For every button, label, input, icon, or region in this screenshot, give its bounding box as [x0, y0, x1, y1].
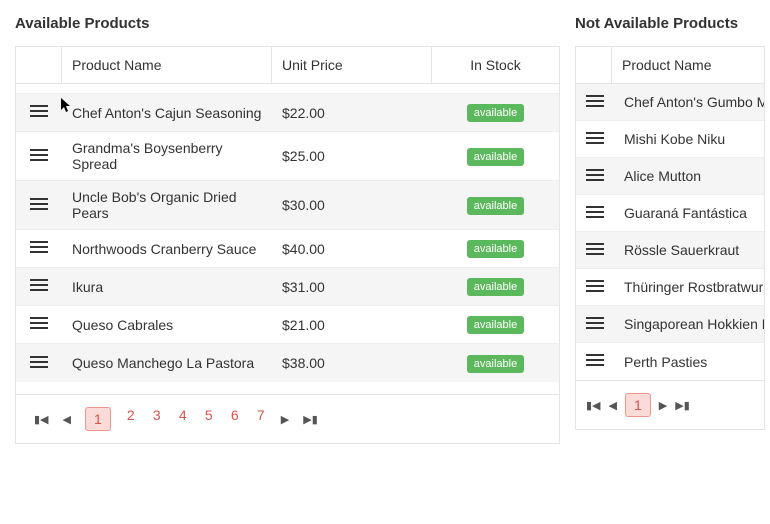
cell-unit-price: $22.00 — [272, 97, 432, 129]
pager-page-2[interactable]: 2 — [125, 407, 137, 431]
available-badge: available — [467, 355, 524, 373]
drag-handle-icon[interactable] — [586, 353, 604, 367]
cell-unit-price: $30.00 — [272, 189, 432, 221]
drag-handle-icon[interactable] — [30, 148, 48, 162]
header-product-name[interactable]: Product Name — [62, 47, 272, 83]
pager-next-icon[interactable]: ▶ — [659, 399, 667, 412]
grid-header-left: Product Name Unit Price In Stock — [16, 47, 559, 84]
drag-handle-icon[interactable] — [30, 104, 48, 118]
table-row[interactable]: Aniseed Syrup$10.00available — [16, 84, 559, 94]
cell-unit-price: $21.00 — [272, 309, 432, 341]
pager-right: ▮◀ ◀ 1 ▶ ▶▮ — [576, 380, 764, 429]
cell-unit-price: $10.00 — [272, 84, 432, 91]
cell-unit-price: $40.00 — [272, 233, 432, 265]
drag-handle-icon[interactable] — [586, 316, 604, 330]
available-badge: available — [467, 148, 524, 166]
cell-product-name: Uncle Bob's Organic Dried Pears — [62, 181, 272, 229]
pager-first-icon[interactable]: ▮◀ — [586, 399, 601, 412]
cell-product-name: Singaporean Hokkien Fried Mee — [614, 308, 764, 340]
table-row[interactable]: Queso Manchego La Pastora$38.00 available — [16, 344, 559, 382]
table-row[interactable]: Perth Pasties — [576, 343, 764, 380]
header-drag-col — [576, 47, 612, 83]
available-products-title: Available Products — [15, 15, 560, 32]
cell-product-name: Perth Pasties — [614, 346, 764, 378]
table-row[interactable]: Chef Anton's Gumbo Mix — [576, 84, 764, 121]
cell-product-name: Queso Manchego La Pastora — [62, 347, 272, 379]
drag-handle-icon[interactable] — [586, 131, 604, 145]
pager-prev-icon[interactable]: ◀ — [609, 399, 617, 412]
cell-product-name: Rössle Sauerkraut — [614, 234, 764, 266]
table-row[interactable]: Grandma's Boysenberry Spread$25.00 availa… — [16, 132, 559, 181]
cell-product-name: Thüringer Rostbratwurst — [614, 271, 764, 303]
table-row[interactable]: Rössle Sauerkraut — [576, 232, 764, 269]
pager-page-4[interactable]: 4 — [177, 407, 189, 431]
pager-left: ▮◀ ◀ 1234567 ▶ ▶▮ — [16, 394, 559, 443]
drag-handle-icon[interactable] — [30, 240, 48, 254]
table-row[interactable]: Alice Mutton — [576, 158, 764, 195]
table-row[interactable]: Uncle Bob's Organic Dried Pears$30.00 ava… — [16, 181, 559, 230]
available-badge: available — [467, 240, 524, 258]
pager-prev-icon[interactable]: ◀ — [63, 413, 71, 426]
available-badge: available — [467, 278, 524, 296]
table-row[interactable]: Northwoods Cranberry Sauce$40.00 availabl… — [16, 230, 559, 268]
cell-product-name: Grandma's Boysenberry Spread — [62, 132, 272, 180]
table-row[interactable]: Guaraná Fantástica — [576, 195, 764, 232]
available-badge: available — [467, 316, 524, 334]
cell-product-name: Alice Mutton — [614, 160, 764, 192]
cell-unit-price: $31.00 — [272, 271, 432, 303]
header-in-stock[interactable]: In Stock — [432, 47, 559, 83]
available-products-grid: Product Name Unit Price In Stock Aniseed… — [15, 46, 560, 444]
pager-page-5[interactable]: 5 — [203, 407, 215, 431]
cell-product-name: Ikura — [62, 271, 272, 303]
pager-page-3[interactable]: 3 — [151, 407, 163, 431]
cell-unit-price: $38.00 — [272, 347, 432, 379]
cell-product-name: Guaraná Fantástica — [614, 197, 764, 229]
pager-page-7[interactable]: 7 — [255, 407, 267, 431]
pager-page-1[interactable]: 1 — [85, 407, 111, 431]
table-row[interactable]: Mishi Kobe Niku — [576, 121, 764, 158]
table-row[interactable]: Queso Cabrales$21.00 available — [16, 306, 559, 344]
cell-product-name: Aniseed Syrup — [62, 84, 272, 91]
grid-header-right: Product Name — [576, 47, 764, 84]
not-available-products-title: Not Available Products — [575, 15, 765, 32]
table-row[interactable]: Thüringer Rostbratwurst — [576, 269, 764, 306]
drag-handle-icon[interactable] — [586, 94, 604, 108]
drag-handle-icon[interactable] — [30, 355, 48, 369]
pager-last-icon[interactable]: ▶▮ — [303, 413, 318, 426]
pager-first-icon[interactable]: ▮◀ — [34, 413, 49, 426]
header-unit-price[interactable]: Unit Price — [272, 47, 432, 83]
pager-next-icon[interactable]: ▶ — [281, 413, 289, 426]
cell-product-name: Northwoods Cranberry Sauce — [62, 233, 272, 265]
grid-body-right[interactable]: Chef Anton's Gumbo Mix Mishi Kobe Niku Ali… — [576, 84, 764, 380]
drag-handle-icon[interactable] — [30, 278, 48, 292]
cell-product-name: Queso Cabrales — [62, 309, 272, 341]
table-row[interactable]: Chef Anton's Cajun Seasoning$22.00 availa… — [16, 94, 559, 132]
drag-handle-icon[interactable] — [586, 242, 604, 256]
available-badge: available — [467, 104, 524, 122]
table-row[interactable]: Singaporean Hokkien Fried Mee — [576, 306, 764, 343]
header-drag-col — [16, 47, 62, 83]
not-available-products-grid: Product Name Chef Anton's Gumbo Mix Mishi… — [575, 46, 765, 430]
drag-handle-icon[interactable] — [30, 197, 48, 211]
grid-body-left[interactable]: Aniseed Syrup$10.00availableChef Anton's… — [16, 84, 559, 394]
drag-handle-icon[interactable] — [30, 316, 48, 330]
header-product-name[interactable]: Product Name — [612, 47, 764, 83]
available-badge: available — [467, 197, 524, 215]
pager-page-6[interactable]: 6 — [229, 407, 241, 431]
cell-product-name: Mishi Kobe Niku — [614, 123, 764, 155]
cell-product-name: Chef Anton's Gumbo Mix — [614, 86, 764, 118]
table-row[interactable]: Ikura$31.00 available — [16, 268, 559, 306]
pager-page-1[interactable]: 1 — [625, 393, 651, 417]
cell-product-name: Chef Anton's Cajun Seasoning — [62, 97, 272, 129]
drag-handle-icon[interactable] — [586, 168, 604, 182]
drag-handle-icon[interactable] — [586, 205, 604, 219]
cell-unit-price: $25.00 — [272, 140, 432, 172]
drag-handle-icon[interactable] — [586, 279, 604, 293]
pager-last-icon[interactable]: ▶▮ — [675, 399, 690, 412]
